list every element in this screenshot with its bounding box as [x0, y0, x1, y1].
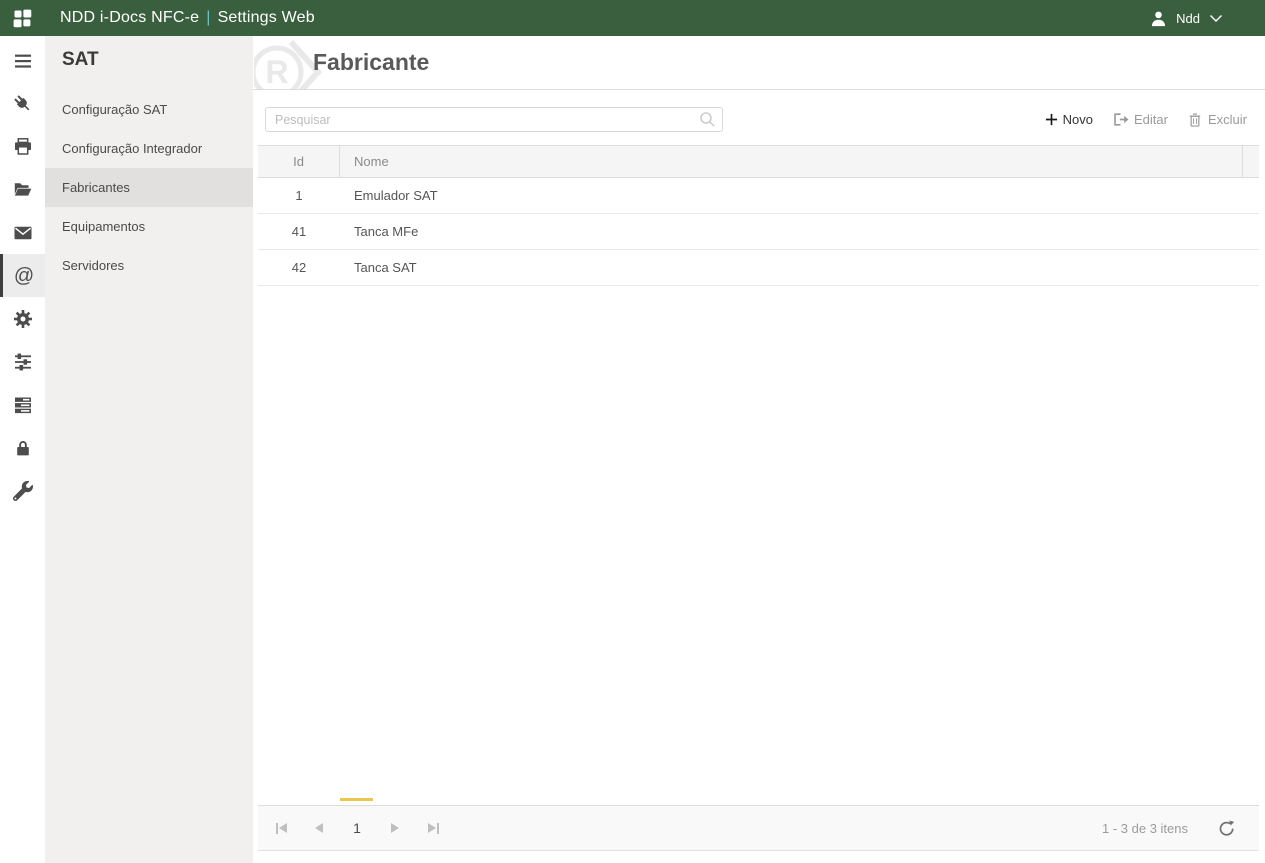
rail-item-server[interactable] [0, 383, 45, 426]
pager: 1 1 - 3 de 3 itens [258, 805, 1259, 851]
pager-info: 1 - 3 de 3 itens [1102, 820, 1188, 836]
sidebar-item-fabricantes[interactable]: Fabricantes [45, 168, 253, 207]
last-page-icon [427, 823, 436, 833]
app-grid-button[interactable] [0, 8, 45, 29]
refresh-icon [1219, 820, 1235, 836]
app-title-divider: | [206, 9, 211, 26]
sidebar-items: Configuração SAT Configuração Integrador… [45, 90, 253, 285]
gear-icon [13, 309, 32, 328]
delete-button-label: Excluir [1207, 112, 1247, 127]
server-icon [14, 397, 31, 413]
wrench-icon [12, 480, 33, 501]
icon-rail: @ [0, 36, 45, 863]
rail-item-lock[interactable] [0, 426, 45, 469]
user-menu[interactable]: Ndd [1150, 0, 1223, 36]
cell-nome: Tanca SAT [354, 260, 417, 275]
cell-nome: Tanca MFe [354, 224, 419, 239]
rail-item-folder[interactable] [0, 168, 45, 211]
cell-id: 1 [295, 188, 303, 203]
new-button[interactable]: Novo [1045, 111, 1093, 128]
column-header-nome[interactable]: Nome [340, 146, 1243, 177]
sidebar-item-configuracao-integrador[interactable]: Configuração Integrador [45, 129, 253, 168]
pager-prev-button[interactable] [307, 816, 331, 840]
toolbar: Novo Editar [253, 90, 1265, 144]
sidebar-item-configuracao-sat[interactable]: Configuração SAT [45, 90, 253, 129]
envelope-icon [14, 226, 31, 239]
pager-last-button[interactable] [421, 816, 445, 840]
first-page-icon [278, 823, 287, 833]
sidebar: SAT Configuração SAT Configuração Integr… [45, 36, 253, 863]
new-button-label: Novo [1062, 112, 1094, 127]
table-row[interactable]: 41 Tanca MFe [258, 214, 1259, 250]
lock-icon [16, 440, 29, 455]
folder-open-icon [14, 182, 31, 196]
edit-button-label: Editar [1134, 112, 1168, 127]
app-title-product: NDD i-Docs NFC-e [60, 9, 200, 26]
rail-item-menu[interactable] [0, 39, 45, 82]
app-title-module: Settings Web [217, 9, 315, 26]
rail-item-settings[interactable] [0, 297, 45, 340]
printer-icon [14, 137, 31, 155]
rail-item-printer[interactable] [0, 125, 45, 168]
search-icon[interactable] [699, 111, 716, 128]
cell-id: 41 [291, 224, 307, 239]
chevron-down-icon [1210, 14, 1222, 22]
plus-icon [1045, 113, 1057, 126]
pager-first-button[interactable] [269, 816, 293, 840]
grid-header: Id Nome [258, 145, 1259, 178]
pager-page-1[interactable]: 1 [345, 816, 369, 840]
page-title: Fabricante [313, 49, 430, 75]
svg-text:R: R [265, 54, 288, 90]
next-page-icon [391, 823, 399, 833]
search-input[interactable] [266, 108, 699, 131]
rail-item-sliders[interactable] [0, 340, 45, 383]
apps-grid-icon [13, 9, 32, 27]
table-row[interactable]: 42 Tanca SAT [258, 250, 1259, 286]
at-sign-icon: @ [13, 264, 35, 287]
toolbar-buttons: Novo Editar Excluir [1045, 111, 1247, 128]
rail-item-plug[interactable] [0, 82, 45, 125]
user-name: Ndd [1176, 10, 1200, 26]
pager-active-indicator [340, 798, 373, 801]
cell-nome: Emulador SAT [354, 188, 438, 203]
rail-item-at[interactable]: @ [0, 254, 45, 297]
edit-icon [1114, 113, 1129, 126]
pager-next-button[interactable] [383, 816, 407, 840]
sidebar-title: SAT [62, 49, 99, 70]
table-row[interactable]: 1 Emulador SAT [258, 178, 1259, 214]
main-content: R Fabricante Novo [253, 36, 1265, 863]
prev-page-icon [315, 823, 323, 833]
app-title: NDD i-Docs NFC-e | Settings Web [60, 9, 315, 27]
rail-item-envelope[interactable] [0, 211, 45, 254]
edit-button[interactable]: Editar [1112, 111, 1168, 128]
data-grid: Id Nome 1 Emulador SAT 41 Tanca MFe 42 T… [258, 145, 1259, 286]
plug-icon [13, 94, 29, 110]
trash-icon [1189, 112, 1201, 127]
column-header-id[interactable]: Id [258, 146, 340, 177]
search-box [265, 107, 723, 132]
column-header-spacer [1243, 146, 1259, 177]
cell-id: 42 [291, 260, 307, 275]
menu-icon [14, 54, 31, 68]
refresh-button[interactable] [1218, 820, 1235, 837]
rail-item-tools[interactable] [0, 469, 45, 512]
delete-button[interactable]: Excluir [1187, 111, 1247, 128]
page-header: R Fabricante [253, 36, 1265, 90]
user-icon [1152, 11, 1166, 26]
top-bar: NDD i-Docs NFC-e | Settings Web Ndd [0, 0, 1265, 36]
sliders-icon [14, 353, 31, 370]
sidebar-item-servidores[interactable]: Servidores [45, 246, 253, 285]
sidebar-item-equipamentos[interactable]: Equipamentos [45, 207, 253, 246]
